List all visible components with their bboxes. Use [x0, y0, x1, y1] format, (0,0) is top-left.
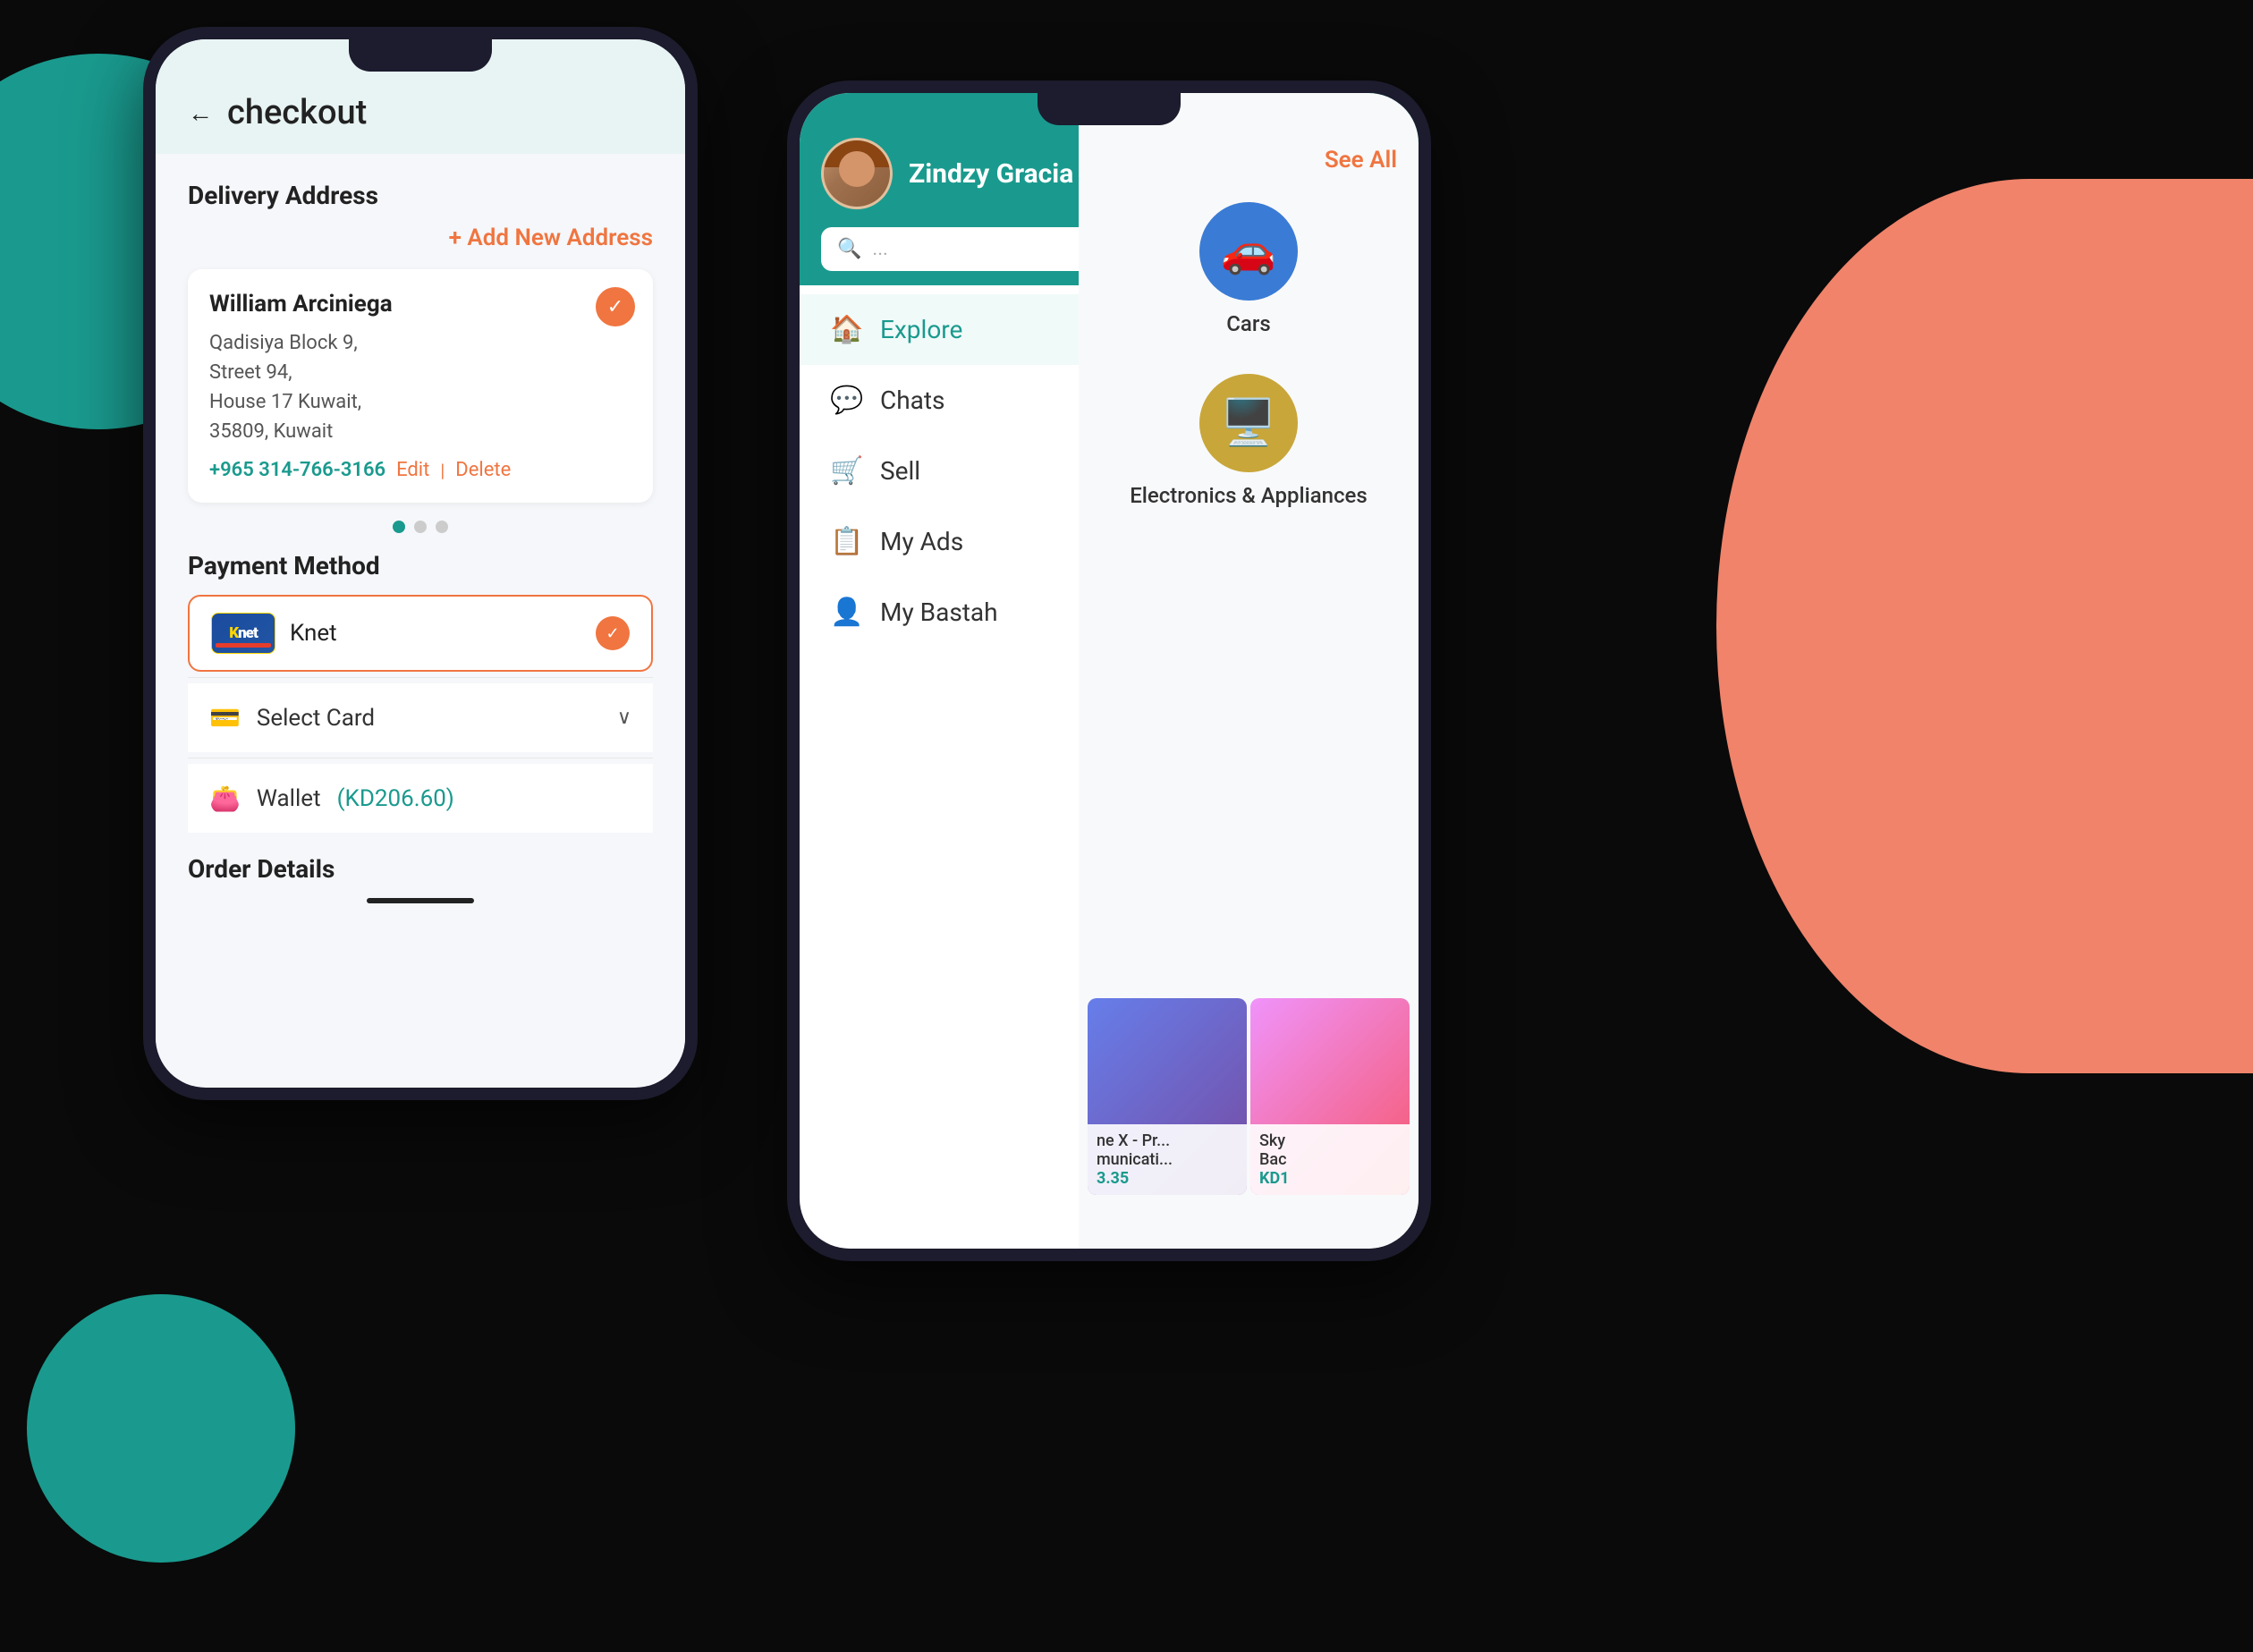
right-panel-categories: See All 🚗 Cars 🖥️ Electronics & Applianc…	[1079, 93, 1419, 1249]
electronics-category-circle: 🖥️	[1199, 374, 1298, 472]
sell-icon: 🛒	[830, 455, 862, 487]
actions-divider: |	[440, 460, 445, 481]
bg-teal-quarter	[27, 1294, 295, 1563]
product-thumb-2[interactable]: Sky Bac KD1	[1250, 998, 1410, 1195]
add-address-button[interactable]: + Add New Address	[188, 225, 653, 251]
knet-payment-option[interactable]: Knet Knet ✓	[188, 595, 653, 672]
address-text: Qadisiya Block 9, Street 94, House 17 Ku…	[209, 328, 631, 446]
product-name-1: ne X - Pr...	[1097, 1131, 1238, 1150]
back-button[interactable]: ←	[188, 98, 213, 128]
separator-1	[188, 677, 653, 678]
product-info-1: ne X - Pr... municati... 3.35	[1088, 1124, 1247, 1195]
order-details-bar	[367, 898, 474, 903]
order-details-title: Order Details	[188, 854, 653, 884]
user-icon: 👤	[830, 597, 862, 628]
card-icon: 💳	[209, 703, 241, 733]
address-card: ✓ William Arciniega Qadisiya Block 9, St…	[188, 269, 653, 503]
address-actions: +965 314-766-3166 Edit | Delete	[209, 459, 631, 481]
product-thumb-1[interactable]: ne X - Pr... municati... 3.35	[1088, 998, 1247, 1195]
nav-my-bastah-label: My Bastah	[880, 597, 998, 627]
wallet-row[interactable]: 👛 Wallet (KD206.60)	[188, 764, 653, 833]
phone2-notch	[1038, 93, 1181, 125]
select-card-row[interactable]: 💳 Select Card ∨	[188, 683, 653, 752]
product-price-1: 3.35	[1097, 1169, 1238, 1188]
search-icon: 🔍	[837, 238, 861, 260]
user-name: Zindzy Gracia	[909, 158, 1073, 190]
search-input[interactable]: ...	[872, 238, 887, 260]
phone2-frame: Zindzy Gracia 🛒 🔍 ... 🏠 Explore 💬	[787, 80, 1431, 1261]
checkout-body: Delivery Address + Add New Address ✓ Wil…	[156, 154, 685, 1086]
knet-logo-text: Knet	[229, 624, 258, 642]
payment-section-title: Payment Method	[188, 551, 653, 580]
bg-coral-shape	[1716, 179, 2253, 1073]
knet-logo: Knet	[211, 613, 275, 654]
cars-category-circle: 🚗	[1199, 202, 1298, 301]
order-details-section: Order Details	[188, 854, 653, 903]
nav-my-ads-label: My Ads	[880, 527, 963, 556]
phone1-frame: ← checkout Delivery Address + Add New Ad…	[143, 27, 698, 1100]
product-name-2: Sky	[1259, 1131, 1401, 1150]
delivery-section-title: Delivery Address	[188, 181, 653, 210]
dot-2	[414, 521, 427, 533]
home-icon: 🏠	[830, 314, 862, 345]
payment-method-section: Payment Method Knet Knet ✓	[188, 551, 653, 833]
delete-address-button[interactable]: Delete	[455, 459, 511, 481]
phone2-app: Zindzy Gracia 🛒 🔍 ... 🏠 Explore 💬	[787, 80, 1431, 1261]
category-cars[interactable]: 🚗 Cars	[1079, 188, 1419, 351]
phone2-screen: Zindzy Gracia 🛒 🔍 ... 🏠 Explore 💬	[800, 93, 1419, 1249]
nav-explore-label: Explore	[880, 315, 962, 344]
address-check-icon: ✓	[596, 287, 635, 326]
product-info-2: Sky Bac KD1	[1250, 1124, 1410, 1195]
user-info: Zindzy Gracia	[821, 138, 1073, 209]
product-sub-2: Bac	[1259, 1150, 1401, 1169]
checkout-title: checkout	[227, 93, 367, 132]
knet-check-icon: ✓	[596, 616, 630, 650]
cars-category-label: Cars	[1226, 311, 1270, 336]
product-thumbnails: ne X - Pr... municati... 3.35 Sky Bac KD…	[1079, 998, 1419, 1195]
ads-icon: 📋	[830, 526, 862, 557]
address-name: William Arciniega	[209, 291, 631, 318]
category-electronics[interactable]: 🖥️ Electronics & Appliances	[1079, 360, 1419, 522]
knet-label: Knet	[290, 620, 596, 647]
wallet-label: Wallet	[257, 785, 321, 812]
dot-1	[393, 521, 405, 533]
address-phone: +965 314-766-3166	[209, 459, 385, 481]
dot-3	[436, 521, 448, 533]
chat-icon: 💬	[830, 385, 862, 416]
avatar-image	[824, 140, 890, 207]
select-card-label: Select Card	[257, 705, 601, 732]
avatar-face	[839, 151, 875, 187]
product-sub-1: municati...	[1097, 1150, 1238, 1169]
wallet-icon: 👛	[209, 784, 241, 813]
nav-sell-label: Sell	[880, 456, 920, 486]
phone1-checkout: ← checkout Delivery Address + Add New Ad…	[143, 27, 698, 1100]
phone1-screen: ← checkout Delivery Address + Add New Ad…	[156, 39, 685, 1088]
nav-chats-label: Chats	[880, 385, 945, 415]
edit-address-button[interactable]: Edit	[396, 459, 429, 481]
phone1-notch	[349, 39, 492, 72]
electronics-category-label: Electronics & Appliances	[1130, 483, 1367, 508]
chevron-down-icon: ∨	[617, 707, 631, 729]
wallet-amount: (KD206.60)	[337, 785, 454, 812]
product-price-2: KD1	[1259, 1169, 1401, 1188]
pagination-dots	[188, 521, 653, 533]
avatar	[821, 138, 893, 209]
knet-stripe	[216, 643, 271, 648]
